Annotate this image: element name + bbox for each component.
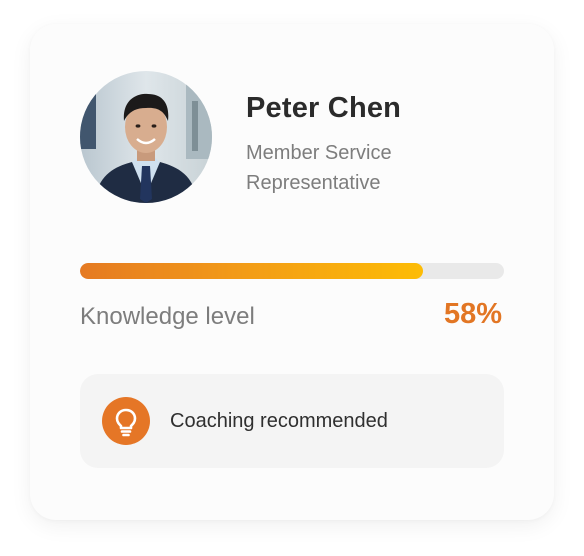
knowledge-label: Knowledge level xyxy=(80,303,255,330)
coaching-text: Coaching recommended xyxy=(170,410,388,432)
profile-role-line1: Member Service xyxy=(246,142,392,164)
lightbulb-icon xyxy=(102,397,150,445)
profile-role: Member Service Representative xyxy=(246,138,392,198)
profile-role-line2: Representative xyxy=(246,172,381,194)
knowledge-progress-fill xyxy=(80,263,424,279)
avatar xyxy=(80,71,212,203)
coaching-banner: Coaching recommended xyxy=(80,374,504,468)
knowledge-value: 58% xyxy=(443,298,502,330)
profile-card: Peter Chen Member Service Representative… xyxy=(30,24,554,520)
knowledge-progress-bar xyxy=(80,263,504,279)
profile-name: Peter Chen xyxy=(246,92,402,124)
